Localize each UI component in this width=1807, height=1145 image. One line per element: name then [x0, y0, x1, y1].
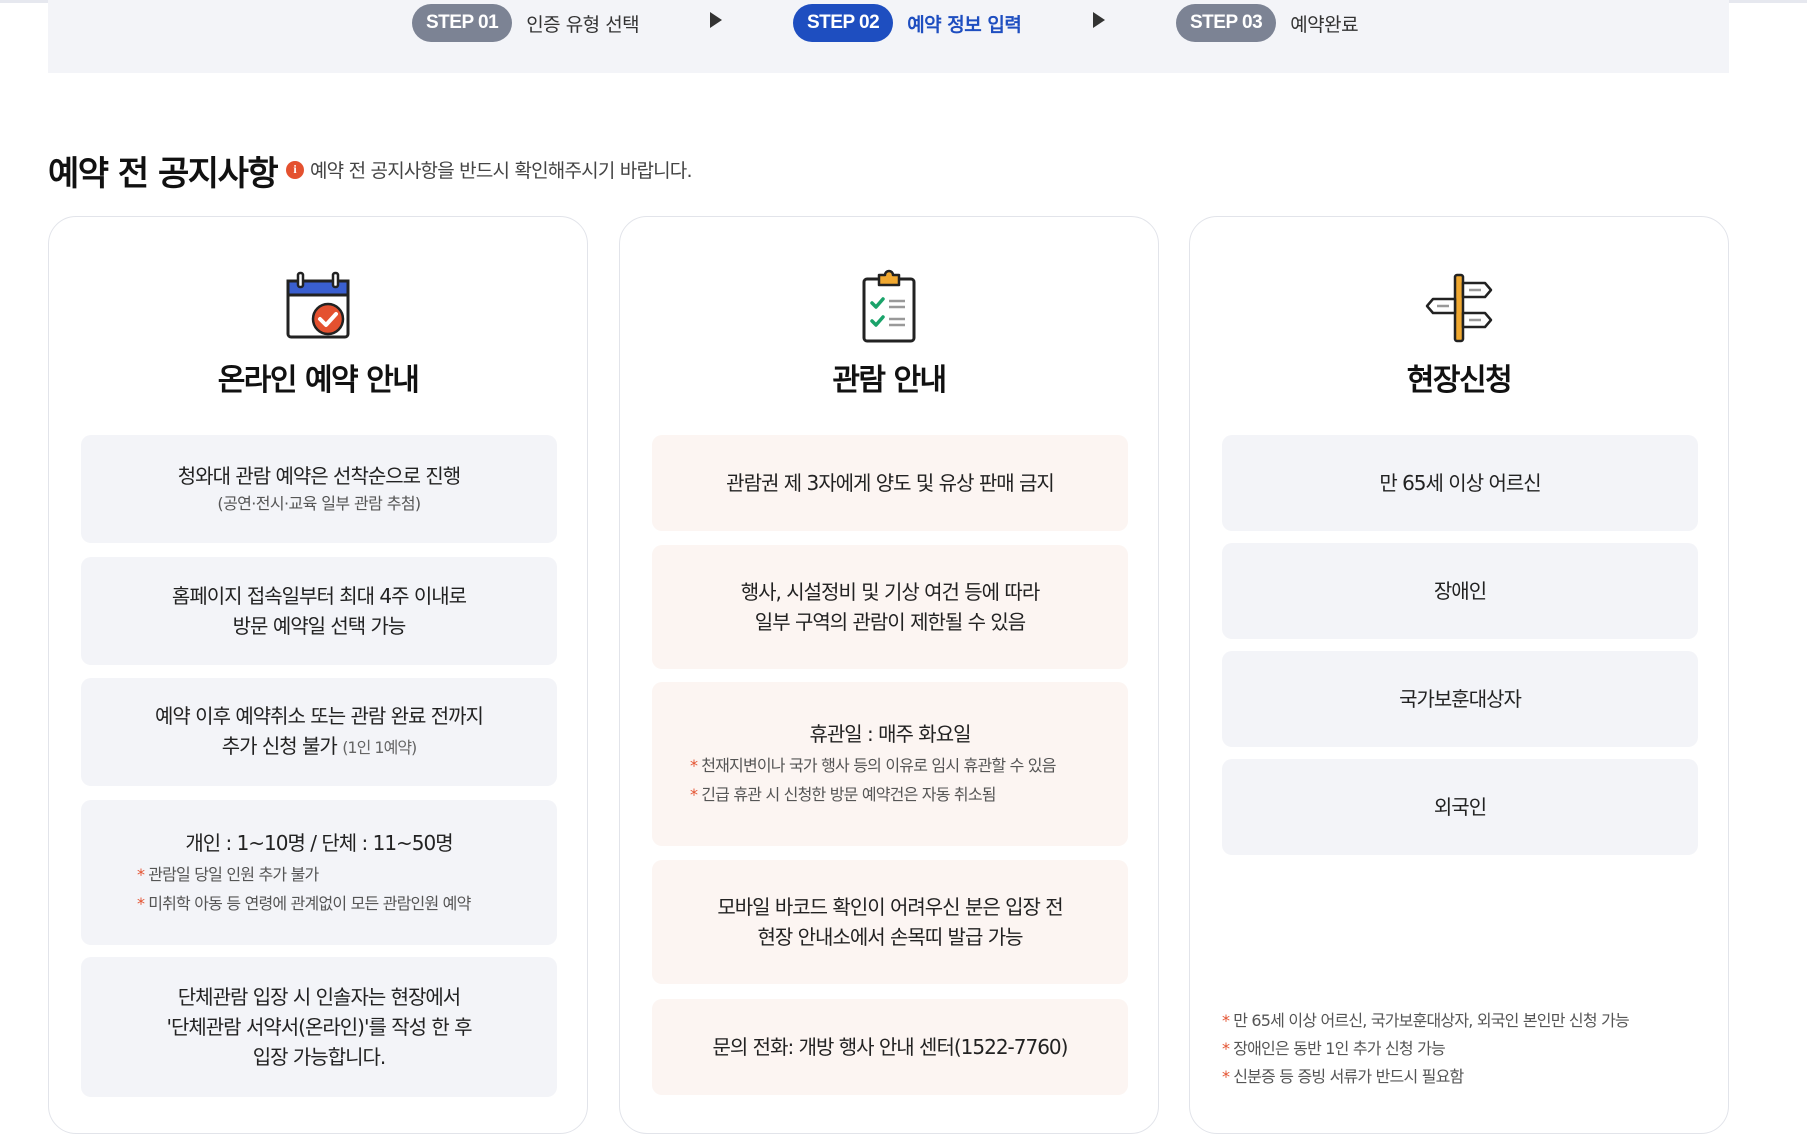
info-paren: (1인 1예약): [342, 738, 417, 757]
info-text: 방문 예약일 선택 가능: [232, 614, 407, 638]
info-text: 외국인: [1433, 795, 1487, 819]
info-box: 예약 이후 예약취소 또는 관람 완료 전까지 추가 신청 불가 (1인 1예약…: [81, 678, 557, 786]
info-text: 일부 구역의 관람이 제한될 수 있음: [754, 610, 1026, 634]
info-box: 청와대 관람 예약은 선착순으로 진행 (공연·전시·교육 일부 관람 추첨): [81, 435, 557, 543]
step-3: STEP 03 예약완료: [1176, 4, 1359, 42]
footnote-item: * 만 65세 이상 어르신, 국가보훈대상자, 외국인 본인만 신청 가능: [1222, 1011, 1630, 1030]
info-text: 휴관일 : 매주 화요일: [809, 722, 971, 746]
info-text: 현장 안내소에서 손목띠 발급 가능: [757, 925, 1023, 949]
info-box: 홈페이지 접속일부터 최대 4주 이내로 방문 예약일 선택 가능: [81, 557, 557, 665]
info-text: 행사, 시설정비 및 기상 여건 등에 따라: [740, 580, 1041, 604]
info-text: 추가 신청 불가: [221, 734, 338, 758]
arrow-right-icon: [710, 12, 722, 28]
asterisk-icon: *: [137, 893, 145, 913]
eligibility-item: 외국인: [1222, 759, 1698, 855]
card-online-reservation: 온라인 예약 안내 청와대 관람 예약은 선착순으로 진행 (공연·전시·교육 …: [48, 216, 588, 1134]
info-box: 휴관일 : 매주 화요일 * 천재지변이나 국가 행사 등의 이유로 임시 휴관할…: [652, 682, 1128, 846]
step-2: STEP 02 예약 정보 입력: [793, 4, 1022, 42]
step-2-label: 예약 정보 입력: [907, 13, 1022, 36]
eligibility-item: 국가보훈대상자: [1222, 651, 1698, 747]
step-1-badge: STEP 01: [412, 4, 513, 42]
eligibility-item: 만 65세 이상 어르신: [1222, 435, 1698, 531]
asterisk-icon: *: [1222, 1039, 1230, 1058]
page-title: 예약 전 공지사항: [48, 154, 279, 194]
info-text: 입장 가능합니다.: [252, 1045, 387, 1069]
info-text: 홈페이지 접속일부터 최대 4주 이내로: [171, 584, 467, 608]
info-icon: i: [286, 160, 304, 179]
arrow-right-icon: [1093, 12, 1105, 28]
info-text: 예약 이후 예약취소 또는 관람 완료 전까지: [155, 704, 484, 728]
asterisk-icon: *: [137, 864, 145, 884]
notice-message: i 예약 전 공지사항을 반드시 확인해주시기 바랍니다.: [286, 156, 693, 183]
asterisk-icon: *: [690, 756, 698, 775]
footnote-item: * 장애인은 동반 1인 추가 신청 가능: [1222, 1039, 1446, 1058]
clipboard-checklist-icon: [862, 269, 916, 343]
info-box: 모바일 바코드 확인이 어려우신 분은 입장 전 현장 안내소에서 손목띠 발급…: [652, 860, 1128, 984]
info-box: 관람권 제 3자에게 양도 및 유상 판매 금지: [652, 435, 1128, 531]
note-item: * 미취학 아동 등 연령에 관계없이 모든 관람인원 예약: [137, 893, 471, 913]
info-subtext: (공연·전시·교육 일부 관람 추첨): [217, 494, 421, 513]
footnote-item: * 신분증 등 증빙 서류가 반드시 필요함: [1222, 1067, 1464, 1086]
info-box: 단체관람 입장 시 인솔자는 현장에서 '단체관람 서약서(온라인)'를 작성 …: [81, 957, 557, 1097]
info-text: 단체관람 입장 시 인솔자는 현장에서: [177, 985, 461, 1009]
info-text-with-paren: 추가 신청 불가 (1인 1예약): [221, 731, 418, 763]
info-box: 문의 전화: 개방 행사 안내 센터(1522-7760): [652, 999, 1128, 1095]
info-box: 행사, 시설정비 및 기상 여건 등에 따라 일부 구역의 관람이 제한될 수 …: [652, 545, 1128, 669]
info-text: '단체관람 서약서(온라인)'를 작성 한 후: [166, 1015, 472, 1039]
step-3-badge: STEP 03: [1176, 4, 1277, 42]
card-title: 온라인 예약 안내: [217, 363, 420, 398]
eligibility-item: 장애인: [1222, 543, 1698, 639]
asterisk-icon: *: [1222, 1011, 1230, 1030]
step-2-badge: STEP 02: [793, 4, 894, 42]
card-visit-guide: 관람 안내 관람권 제 3자에게 양도 및 유상 판매 금지 행사, 시설정비 …: [619, 216, 1159, 1134]
footnotes: * 만 65세 이상 어르신, 국가보훈대상자, 외국인 본인만 신청 가능 * 장…: [1222, 1007, 1698, 1091]
notice-text: 예약 전 공지사항을 반드시 확인해주시기 바랍니다.: [310, 160, 693, 182]
note-item: * 관람일 당일 인원 추가 불가: [137, 864, 319, 884]
asterisk-icon: *: [690, 785, 698, 804]
contact-phone: 문의 전화: 개방 행사 안내 센터(1522-7760): [712, 1035, 1069, 1059]
card-title: 현장신청: [1406, 363, 1513, 398]
card-onsite-application: 현장신청 만 65세 이상 어르신 장애인 국가보훈대상자 외국인 * 만 65세…: [1189, 216, 1729, 1134]
signpost-icon: [1425, 273, 1493, 343]
note-item: * 천재지변이나 국가 행사 등의 이유로 임시 휴관할 수 있음: [690, 756, 1056, 775]
step-3-label: 예약완료: [1290, 13, 1359, 36]
info-text: 관람권 제 3자에게 양도 및 유상 판매 금지: [726, 471, 1055, 495]
card-title: 관람 안내: [832, 363, 947, 398]
info-text: 개인 : 1~10명 / 단체 : 11~50명: [185, 830, 453, 855]
step-1-label: 인증 유형 선택: [526, 13, 640, 36]
info-text: 만 65세 이상 어르신: [1379, 471, 1541, 495]
info-text: 국가보훈대상자: [1399, 687, 1522, 711]
info-text: 모바일 바코드 확인이 어려우신 분은 입장 전: [717, 895, 1063, 919]
asterisk-icon: *: [1222, 1067, 1230, 1086]
note-item: * 긴급 휴관 시 신청한 방문 예약건은 자동 취소됨: [690, 785, 996, 804]
step-progress-bar: STEP 01 인증 유형 선택 STEP 02 예약 정보 입력 STEP 0…: [48, 0, 1729, 73]
info-box: 개인 : 1~10명 / 단체 : 11~50명 * 관람일 당일 인원 추가 불…: [81, 800, 557, 945]
info-text: 청와대 관람 예약은 선착순으로 진행: [177, 464, 461, 488]
calendar-check-icon: [286, 271, 350, 339]
info-text: 장애인: [1433, 579, 1487, 603]
step-1: STEP 01 인증 유형 선택: [412, 4, 640, 42]
